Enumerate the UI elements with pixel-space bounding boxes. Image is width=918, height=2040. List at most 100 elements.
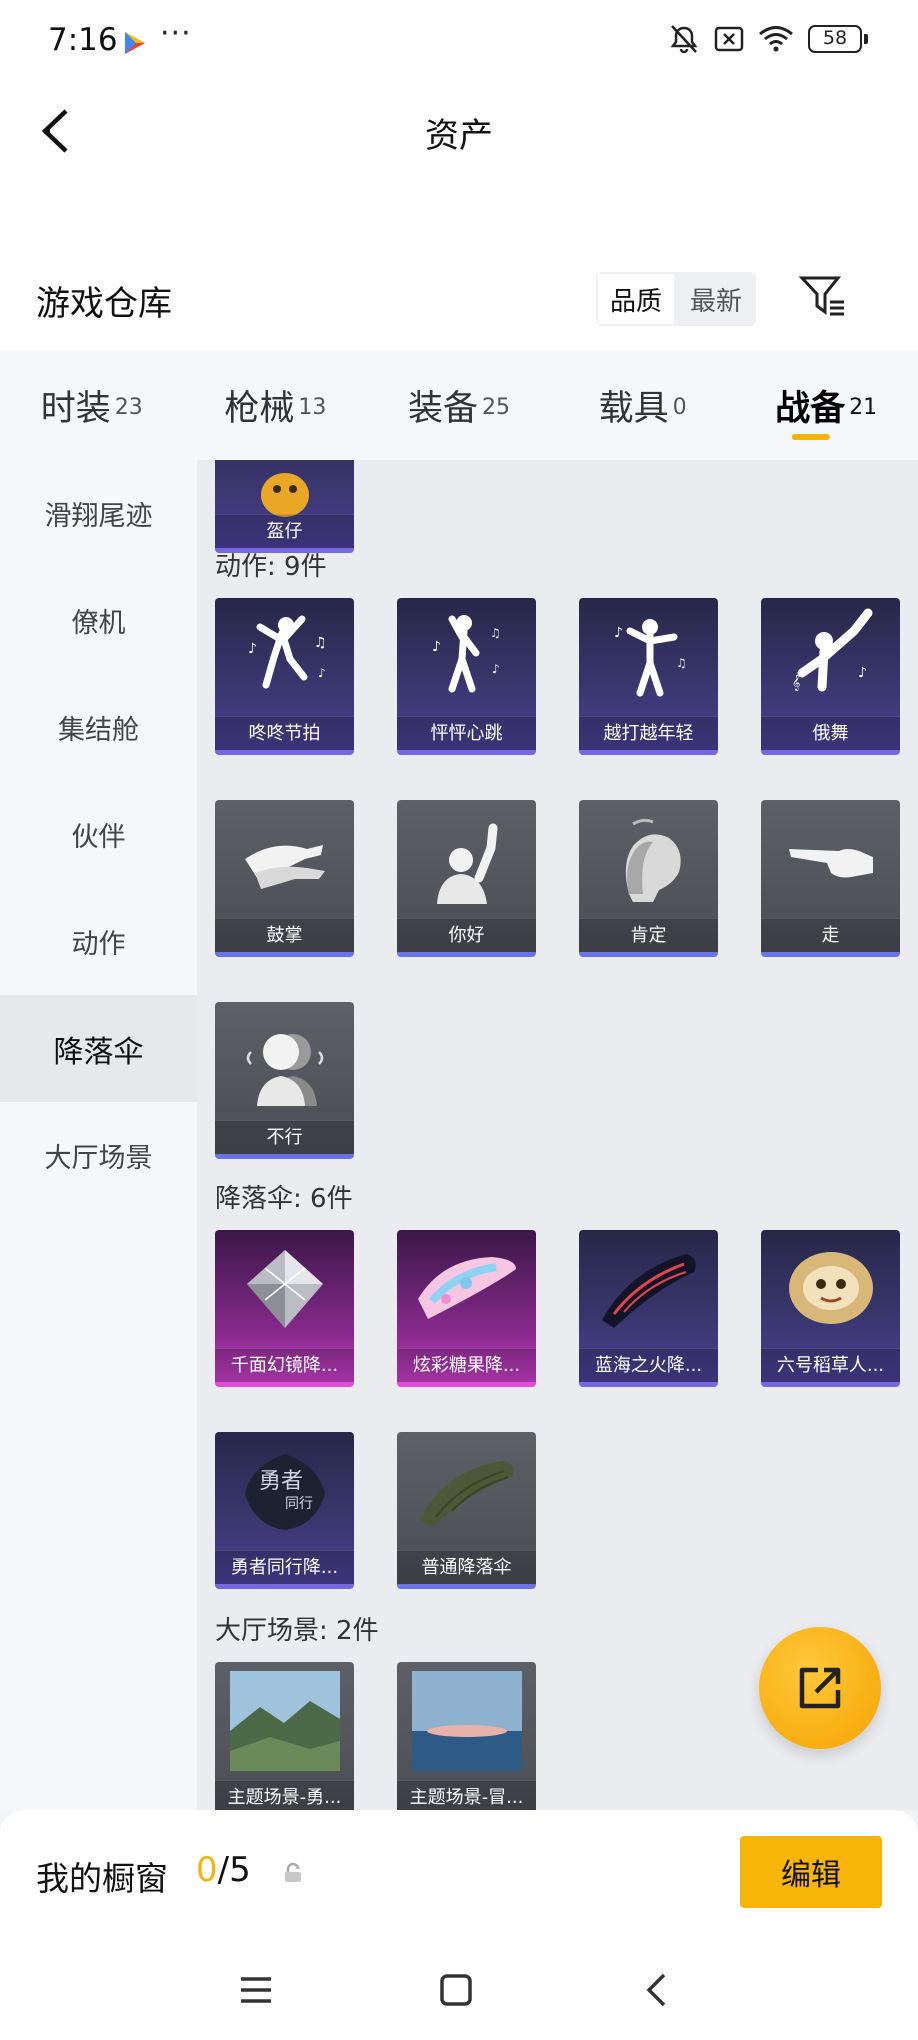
item-card[interactable]: 鼓掌 — [215, 800, 354, 957]
filter-icon[interactable] — [798, 272, 848, 322]
item-card[interactable]: 六号稻草人... — [761, 1230, 900, 1387]
parachute-icon: 勇者 同行 — [215, 1432, 354, 1550]
warehouse-header: 游戏仓库 品质 最新 — [0, 250, 918, 350]
showcase-bar: 我的橱窗 0/5 编辑 — [0, 1810, 918, 1940]
svg-text:♪: ♪ — [248, 641, 257, 657]
dancer-icon: ♪ ♫ ♪ — [397, 598, 536, 716]
item-card[interactable]: 蓝海之火降... — [579, 1230, 718, 1387]
tab-label: 枪械 — [224, 389, 295, 429]
share-icon — [799, 1667, 841, 1709]
menu-nav-button[interactable] — [234, 1968, 278, 2012]
svg-text:♪: ♪ — [432, 639, 441, 655]
app-header: 资产 — [0, 84, 918, 264]
svg-text:♪: ♪ — [614, 625, 623, 641]
parachute-icon — [215, 1230, 354, 1348]
sidebar-item-companion[interactable]: 伙伴 — [0, 781, 197, 888]
sidebar-item-wingman[interactable]: 僚机 — [0, 567, 197, 674]
parachute-icon — [579, 1230, 718, 1348]
item-name: 俄舞 — [761, 716, 900, 750]
svg-text:♫: ♫ — [676, 656, 687, 670]
svg-text:♪: ♪ — [492, 662, 500, 676]
status-bar: 7:16 ··· 58 — [0, 0, 918, 84]
item-card[interactable]: ♪ ♫ 越打越年轻 — [579, 598, 718, 755]
nodding-head-icon — [579, 800, 718, 918]
svg-text:♫: ♫ — [314, 635, 327, 651]
section-scenes-label: 大厅场景: 2件 — [215, 1616, 379, 1646]
svg-text:♪: ♪ — [318, 666, 326, 680]
item-name: 主题场景-勇... — [215, 1780, 354, 1810]
item-card[interactable]: 盔仔 — [215, 460, 354, 553]
item-name: 普通降落伞 — [397, 1550, 536, 1584]
tab-equipment[interactable]: 装备 25 — [367, 350, 551, 460]
wifi-icon — [759, 26, 793, 52]
share-button[interactable] — [759, 1627, 881, 1749]
mute-icon — [670, 25, 698, 54]
item-art — [215, 460, 354, 517]
sidebar-item-glide-trail[interactable]: 滑翔尾迹 — [0, 460, 197, 567]
parachute-icon — [397, 1432, 536, 1550]
section-actions-label: 动作: 9件 — [215, 552, 327, 582]
tab-vehicles[interactable]: 载具 0 — [551, 350, 735, 460]
showcase-total: /5 — [217, 1850, 251, 1890]
back-nav-button[interactable] — [634, 1968, 678, 2012]
item-card[interactable]: 𝄞 ♪ 俄舞 — [761, 598, 900, 755]
svg-text:同行: 同行 — [285, 1496, 313, 1512]
svg-text:♫: ♫ — [490, 626, 501, 640]
waving-person-icon — [397, 800, 536, 918]
tab-count: 21 — [849, 394, 878, 420]
item-card[interactable]: 主题场景-勇... — [215, 1662, 354, 1810]
item-name: 千面幻镜降... — [215, 1348, 354, 1382]
item-card[interactable]: 千面幻镜降... — [215, 1230, 354, 1387]
item-card[interactable]: ♪ ♫ ♪ 咚咚节拍 — [215, 598, 354, 755]
item-card[interactable]: 走 — [761, 800, 900, 957]
tab-battle-prep[interactable]: 战备 21 — [734, 350, 918, 460]
dancer-icon: ♪ ♫ — [579, 598, 718, 716]
play-store-icon — [125, 32, 145, 54]
tab-count: 25 — [481, 394, 510, 420]
showcase-title: 我的橱窗 — [36, 1859, 168, 1898]
item-card[interactable]: ♪ ♫ ♪ 怦怦心跳 — [397, 598, 536, 755]
item-name: 咚咚节拍 — [215, 716, 354, 750]
sidebar-item-lobby-scene[interactable]: 大厅场景 — [0, 1102, 197, 1209]
tab-count: 13 — [298, 394, 327, 420]
page-title: 资产 — [425, 116, 493, 156]
item-name: 你好 — [397, 918, 536, 952]
tab-fashion[interactable]: 时装 23 — [0, 350, 184, 460]
battery-indicator: 58 — [808, 25, 868, 53]
item-name: 六号稻草人... — [761, 1348, 900, 1382]
edit-button[interactable]: 编辑 — [740, 1836, 882, 1908]
head-shake-icon — [215, 1002, 354, 1120]
item-card[interactable]: 炫彩糖果降... — [397, 1230, 536, 1387]
item-name: 怦怦心跳 — [397, 716, 536, 750]
sidebar-item-actions[interactable]: 动作 — [0, 888, 197, 995]
item-card[interactable]: 你好 — [397, 800, 536, 957]
item-card[interactable]: 不行 — [215, 1002, 354, 1159]
sort-toggle: 品质 最新 — [596, 272, 756, 326]
sort-quality-button[interactable]: 品质 — [596, 272, 676, 326]
item-name: 勇者同行降... — [215, 1550, 354, 1584]
sidebar-item-assembly-pod[interactable]: 集结舱 — [0, 674, 197, 781]
clapping-hands-icon — [215, 800, 354, 918]
sea-scene-image — [397, 1662, 536, 1780]
mountain-scene-image — [215, 1662, 354, 1780]
pointing-hand-icon — [761, 800, 900, 918]
item-name: 盔仔 — [215, 514, 354, 548]
item-card[interactable]: 肯定 — [579, 800, 718, 957]
svg-text:𝄞: 𝄞 — [792, 675, 800, 691]
item-grid: 盔仔 动作: 9件 ♪ ♫ ♪ 咚咚节拍 ♪ ♫ ♪ 怦怦心跳 ♪ ♫ 越打越年… — [197, 460, 918, 1810]
tab-weapons[interactable]: 枪械 13 — [184, 350, 368, 460]
item-card[interactable]: 主题场景-冒... — [397, 1662, 536, 1810]
lock-icon — [285, 1862, 301, 1882]
dancer-icon: 𝄞 ♪ — [761, 598, 900, 716]
tab-label: 装备 — [407, 389, 478, 429]
item-card[interactable]: 勇者 同行 勇者同行降... — [215, 1432, 354, 1589]
tab-label: 战备 — [775, 389, 846, 429]
sort-newest-button[interactable]: 最新 — [676, 272, 756, 326]
home-nav-button[interactable] — [434, 1968, 478, 2012]
sidebar-item-parachute[interactable]: 降落伞 — [0, 995, 197, 1102]
menu-icon — [241, 1977, 271, 2003]
showcase-current: 0 — [196, 1850, 218, 1890]
category-sidebar: 滑翔尾迹 僚机 集结舱 伙伴 动作 降落伞 大厅场景 — [0, 460, 197, 1810]
showcase-count: 0/5 — [196, 1850, 251, 1890]
item-card[interactable]: 普通降落伞 — [397, 1432, 536, 1589]
